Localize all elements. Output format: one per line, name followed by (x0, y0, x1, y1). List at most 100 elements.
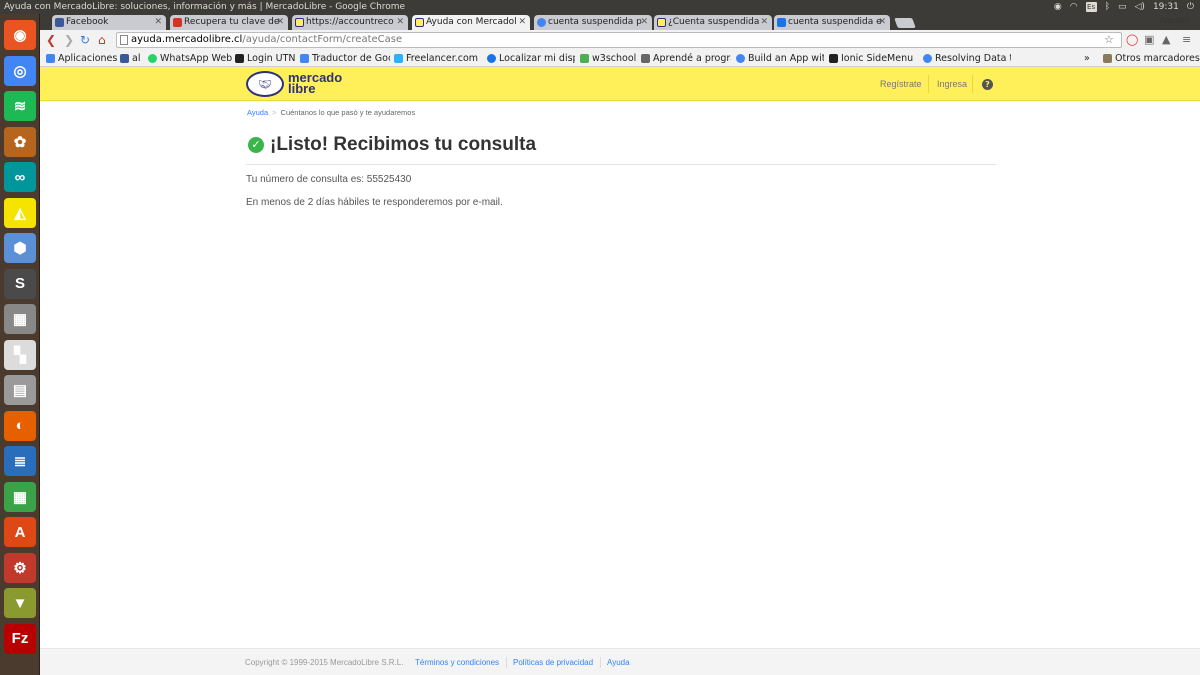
login-link[interactable]: Ingresa (937, 79, 967, 89)
mercadolibre-icon (415, 18, 424, 27)
user-name[interactable]: Agustin (1160, 16, 1190, 25)
opera-extension-icon[interactable]: ◯ (1126, 33, 1138, 47)
bookmark-item[interactable]: Freelancer.com | (394, 50, 482, 67)
tab[interactable]: https://accountreco ✕ (292, 15, 408, 30)
bookmark-item[interactable]: Ionic SideMenu + (829, 50, 917, 67)
bluetooth-icon[interactable]: ᛒ (1105, 0, 1110, 14)
breadcrumb: Ayuda > Cuéntanos lo que pasó y te ayudare… (247, 108, 415, 117)
bookmark-item[interactable]: al (120, 50, 140, 67)
bookmarks-overflow-button[interactable]: » (1084, 50, 1090, 67)
ubuntu-dash-icon[interactable]: ◉ (4, 20, 36, 50)
bookmark-star-icon[interactable]: ☆ (1104, 33, 1114, 47)
reload-button[interactable]: ↻ (80, 33, 90, 47)
tab[interactable]: Facebook ✕ (52, 15, 166, 30)
url-host: ayuda.mercadolibre.cl (131, 34, 243, 45)
extension-icon[interactable]: ▣ (1144, 33, 1154, 47)
tab-label: Ayuda con Mercadol (426, 17, 517, 27)
archive-icon[interactable]: ▼ (4, 588, 36, 618)
handshake-icon: 🤝︎ (246, 71, 284, 97)
firefox-icon[interactable]: ◐ (4, 410, 36, 441)
spotify-icon[interactable]: ≋ (4, 91, 36, 121)
tab[interactable]: Recupera tu clave de ✕ (170, 15, 288, 30)
sublime-icon[interactable]: S (4, 268, 36, 299)
chrome-icon[interactable]: ◎ (4, 55, 36, 86)
bookmarks-bar: Aplicaciones al WhatsApp Web Login UTN T… (40, 50, 1200, 67)
software-center-icon[interactable]: A (4, 517, 36, 547)
footer: Copyright © 1999-2015 MercadoLibre S.R.L… (40, 648, 1200, 675)
bookmark-item[interactable]: w3school (580, 50, 636, 67)
keyboard-layout-indicator[interactable]: Es (1085, 2, 1097, 12)
bookmark-item[interactable]: Aprendé a progra (641, 50, 731, 67)
close-icon[interactable]: ✕ (396, 15, 404, 30)
volume-icon[interactable]: ◁) (1135, 0, 1145, 14)
terms-link[interactable]: Términos y condiciones (415, 658, 499, 667)
power-icon[interactable]: ⏻ (1187, 0, 1194, 14)
bookmark-item[interactable]: Aplicaciones (46, 50, 117, 67)
bookmark-folder-other[interactable]: Otros marcadores (1103, 50, 1200, 67)
angular-extension-icon[interactable]: ▲ (1162, 33, 1170, 47)
top-panel: Ayuda con MercadoLibre: soluciones, info… (0, 0, 1200, 14)
close-icon[interactable]: ✕ (760, 15, 768, 30)
tab[interactable]: cuenta suspendida e ✕ (774, 15, 890, 30)
document-icon (641, 54, 650, 63)
tab[interactable]: cuenta suspendida p ✕ (534, 15, 652, 30)
arduino-icon[interactable]: ∞ (4, 162, 36, 192)
back-button[interactable]: ❮ (46, 33, 56, 47)
address-bar[interactable]: ayuda.mercadolibre.cl/ayuda/contactForm/… (116, 32, 1122, 48)
bookmark-item[interactable]: Build an App with (736, 50, 824, 67)
privacy-link[interactable]: Políticas de privacidad (513, 658, 593, 667)
pineapple-icon[interactable]: ✿ (4, 126, 36, 157)
footer-copyright: Copyright © 1999-2015 MercadoLibre S.R.L… (245, 658, 404, 667)
breadcrumb-home-link[interactable]: Ayuda (247, 108, 268, 117)
calc-icon[interactable]: ▦ (4, 481, 36, 512)
filezilla-icon[interactable]: Fz (4, 623, 36, 654)
close-icon[interactable]: ✕ (154, 15, 162, 30)
apps-icon (46, 54, 55, 63)
bookmark-item[interactable]: Traductor de Goo (300, 50, 390, 67)
bookmark-item[interactable]: Resolving Data th (923, 50, 1011, 67)
chrome-icon (736, 54, 745, 63)
virtualbox-icon[interactable]: ⬢ (4, 233, 36, 263)
whatsapp-icon (148, 54, 157, 63)
header-divider (972, 75, 973, 93)
bookmark-item[interactable]: WhatsApp Web (148, 50, 232, 67)
bookmark-item[interactable]: Localizar mi dispo (487, 50, 575, 67)
register-link[interactable]: Regístrate (880, 79, 922, 89)
battery-icon[interactable]: ▭ (1118, 0, 1127, 14)
close-icon[interactable]: ✕ (276, 15, 284, 30)
clock[interactable]: 19:31 (1153, 0, 1179, 14)
footer-divider (506, 657, 507, 668)
tab-strip: Facebook ✕ Recupera tu clave de ✕ https:… (40, 14, 1200, 30)
wifi-icon[interactable]: ◠ (1070, 0, 1078, 14)
close-icon[interactable]: ✕ (518, 15, 526, 30)
folder-icon (1103, 54, 1112, 63)
tab-active[interactable]: Ayuda con Mercadol ✕ (412, 15, 530, 30)
writer-icon[interactable]: ≣ (4, 446, 36, 476)
bookmark-item[interactable]: Login UTN (235, 50, 296, 67)
mercadolibre-logo[interactable]: 🤝︎ mercado libre (246, 71, 356, 97)
files-icon[interactable]: ▤ (4, 375, 36, 405)
settings-icon[interactable]: ⚙ (4, 552, 36, 583)
chrome-menu-icon[interactable]: ≡ (1182, 33, 1191, 47)
panel-indicators: ◉ ◠ Es ᛒ ▭ ◁) 19:31 ⏻ (1054, 0, 1194, 14)
tab[interactable]: ¿Cuenta suspendida ✕ (654, 15, 772, 30)
new-tab-button[interactable] (894, 18, 916, 28)
codepen-icon (829, 54, 838, 63)
fritzing-icon[interactable]: ▦ (4, 304, 36, 334)
close-icon[interactable]: ✕ (878, 15, 886, 30)
close-icon[interactable]: ✕ (640, 15, 648, 30)
drawing-icon[interactable]: ◭ (4, 197, 36, 228)
browser-toolbar: ❮ ❯ ↻ ⌂ ayuda.mercadolibre.cl/ayuda/cont… (40, 30, 1200, 50)
mercadolibre-icon (295, 18, 304, 27)
tiles-icon[interactable]: ▚ (4, 339, 36, 370)
help-icon[interactable]: ? (982, 79, 993, 90)
globe-icon (487, 54, 496, 63)
url-path: /ayuda/contactForm/createCase (242, 34, 403, 45)
chrome-indicator-icon[interactable]: ◉ (1054, 0, 1062, 14)
help-link[interactable]: Ayuda (607, 658, 630, 667)
facebook-icon (120, 54, 129, 63)
w3schools-icon (580, 54, 589, 63)
tab-label: cuenta suspendida p (548, 17, 642, 27)
forward-button[interactable]: ❯ (64, 33, 74, 47)
home-button[interactable]: ⌂ (98, 33, 106, 47)
